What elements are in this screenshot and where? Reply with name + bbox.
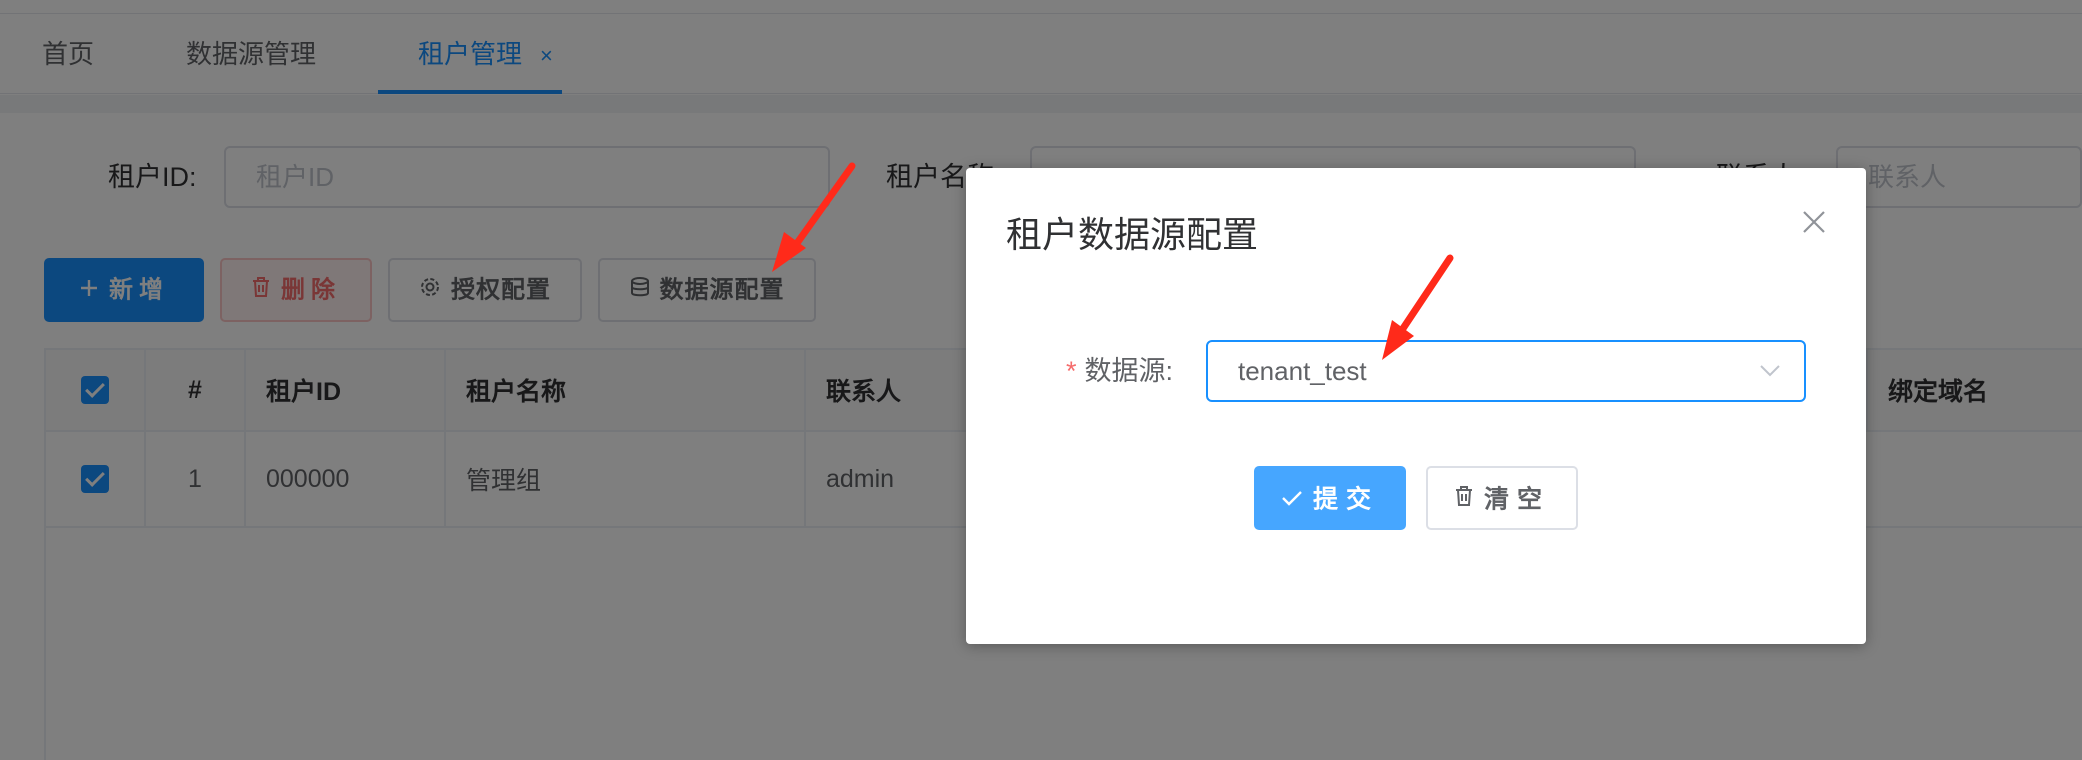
datasource-select[interactable]: tenant_test bbox=[1206, 340, 1806, 402]
datasource-select-value: tenant_test bbox=[1238, 356, 1367, 386]
submit-button[interactable]: 提交 bbox=[1254, 466, 1406, 530]
clear-button-label: 清空 bbox=[1483, 485, 1550, 514]
check-icon bbox=[1281, 469, 1303, 529]
close-icon[interactable] bbox=[1798, 206, 1830, 238]
datasource-label-text: 数据源: bbox=[1084, 356, 1174, 386]
datasource-field-label: * 数据源: bbox=[1066, 340, 1173, 402]
clear-button[interactable]: 清空 bbox=[1426, 466, 1578, 530]
trash-icon bbox=[1454, 469, 1474, 529]
required-mark: * bbox=[1066, 356, 1077, 386]
submit-button-label: 提交 bbox=[1312, 485, 1379, 514]
datasource-config-dialog: 租户数据源配置 * 数据源: tenant_test 提交 清空 bbox=[966, 168, 1866, 644]
dialog-title: 租户数据源配置 bbox=[1006, 214, 1259, 255]
chevron-down-icon bbox=[1760, 365, 1780, 377]
